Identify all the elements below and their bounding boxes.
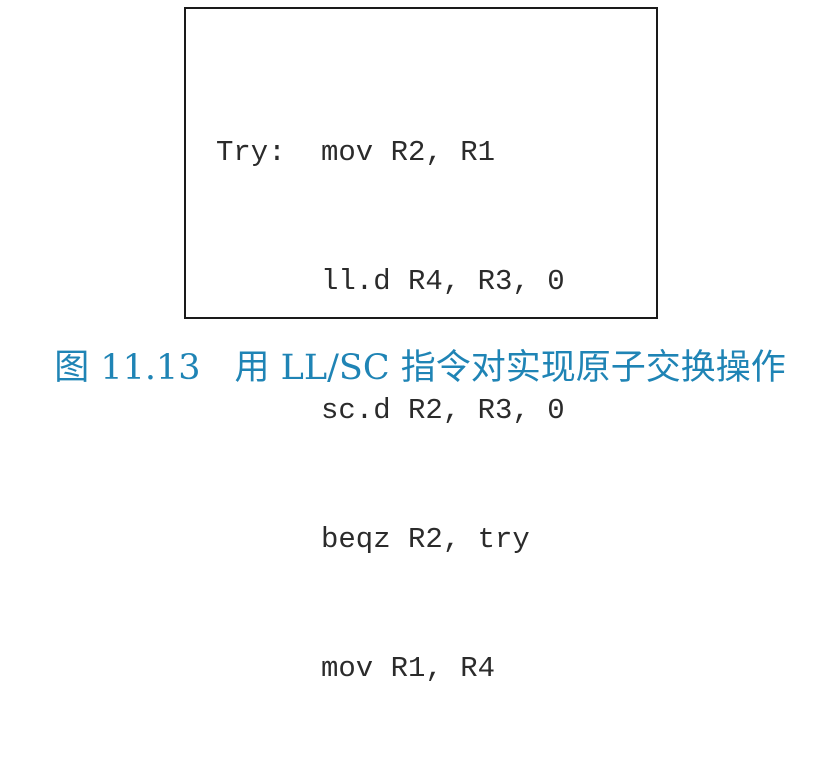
code-label <box>216 389 321 432</box>
code-instruction: mov R1, R4 <box>321 652 496 685</box>
code-label <box>216 647 321 690</box>
code-instruction: sc.d R2, R3, 0 <box>321 394 565 427</box>
code-label: Try: <box>216 136 286 169</box>
code-line-4: beqz R2, try <box>216 518 565 561</box>
code-instruction: ll.d R4, R3, 0 <box>321 265 565 298</box>
code-line-2: ll.d R4, R3, 0 <box>216 260 565 303</box>
code-line-3: sc.d R2, R3, 0 <box>216 389 565 432</box>
figure-caption-text: 用 LL/SC 指令对实现原子交换操作 <box>234 347 786 388</box>
code-instruction: mov R2, R1 <box>321 136 496 169</box>
code-instruction: beqz R2, try <box>321 523 530 556</box>
figure-caption: 图 11.13 用 LL/SC 指令对实现原子交换操作 <box>0 334 840 394</box>
code-listing: Try: mov R2, R1 ll.d R4, R3, 0 sc.d R2, … <box>216 45 565 776</box>
code-label <box>216 518 321 561</box>
code-label <box>216 260 321 303</box>
code-line-5: mov R1, R4 <box>216 647 565 690</box>
code-listing-box: Try: mov R2, R1 ll.d R4, R3, 0 sc.d R2, … <box>184 7 658 685</box>
code-line-1: Try: mov R2, R1 <box>216 131 565 174</box>
figure-number: 图 11.13 <box>54 347 201 388</box>
